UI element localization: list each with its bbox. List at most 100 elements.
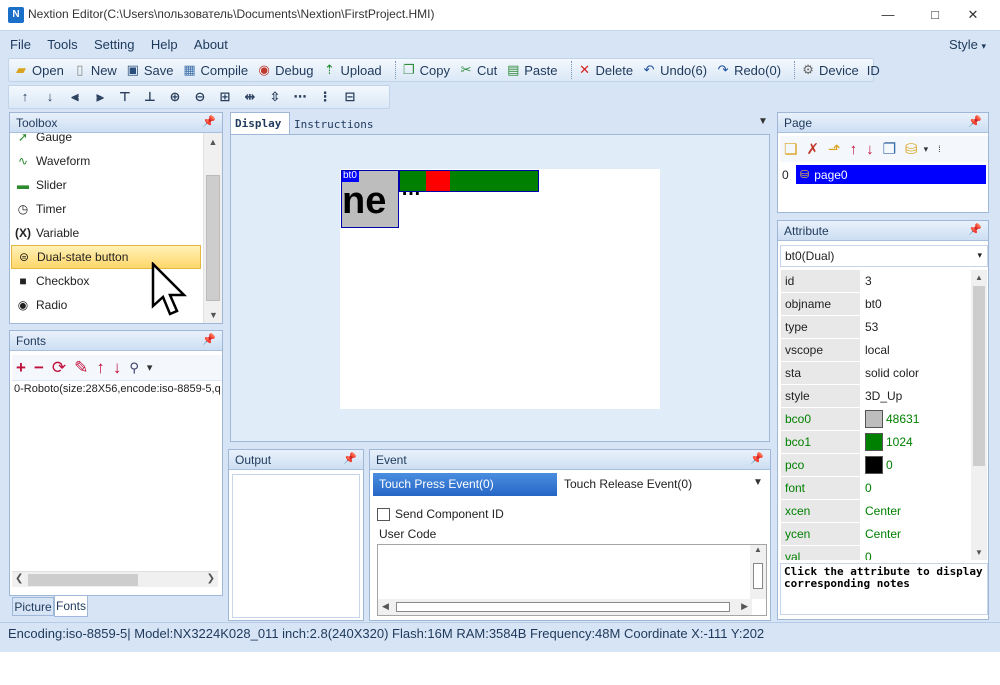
same-height-icon[interactable]: ⇳ bbox=[267, 89, 283, 105]
align-top-icon[interactable]: ⊤ bbox=[117, 89, 133, 105]
same-width-icon[interactable]: ⇹ bbox=[242, 89, 258, 105]
edit-font-icon[interactable]: ✎ bbox=[74, 358, 88, 378]
toolbox-item-timer[interactable]: ◷ Timer bbox=[11, 197, 201, 221]
menu-about[interactable]: About bbox=[192, 35, 230, 54]
attribute-value-cell[interactable]: solid color bbox=[861, 362, 969, 384]
delete-page-icon[interactable]: ✗ bbox=[806, 140, 819, 158]
attribute-row[interactable]: type 53 bbox=[781, 316, 969, 339]
maximize-button[interactable]: □ bbox=[915, 4, 955, 26]
move-up-icon[interactable]: ↑ bbox=[96, 358, 105, 378]
tab-touch-press-event[interactable]: Touch Press Event(0) bbox=[373, 473, 557, 496]
align-right-icon[interactable]: ⫸ bbox=[92, 89, 108, 105]
attribute-scrollbar[interactable]: ▲ ▼ bbox=[971, 270, 987, 560]
attribute-row[interactable]: objname bt0 bbox=[781, 293, 969, 316]
attribute-value-cell[interactable]: local bbox=[861, 339, 969, 361]
id-button[interactable]: ID bbox=[867, 63, 880, 78]
move-down-icon[interactable]: ↓ bbox=[42, 89, 58, 105]
debug-button[interactable]: ◉ Debug bbox=[256, 62, 313, 78]
attribute-value-cell[interactable]: 1024 bbox=[861, 431, 969, 453]
output-box[interactable] bbox=[232, 474, 360, 618]
fonts-hscrollbar[interactable]: ❮ ❯ bbox=[12, 571, 218, 587]
toolbox-item-gauge[interactable]: ➚ Gauge bbox=[11, 133, 201, 149]
center-horizontal-icon[interactable]: ⊕ bbox=[167, 89, 183, 105]
pin-icon[interactable]: 📌 bbox=[202, 115, 216, 128]
redo-button[interactable]: ↷ Redo(0) bbox=[715, 62, 781, 78]
attribute-row[interactable]: vscope local bbox=[781, 339, 969, 362]
attribute-row[interactable]: font 0 bbox=[781, 477, 969, 500]
dropdown-arrow-icon[interactable]: ▼ bbox=[758, 116, 768, 127]
more-icon[interactable]: ⁞ bbox=[938, 144, 941, 154]
attribute-row[interactable]: xcen Center bbox=[781, 500, 969, 523]
new-button[interactable]: ▯ New bbox=[72, 62, 117, 78]
scrollbar-thumb[interactable] bbox=[206, 175, 220, 301]
menu-tools[interactable]: Tools bbox=[45, 35, 79, 54]
cut-button[interactable]: ✂ Cut bbox=[458, 62, 498, 78]
more-icon[interactable]: ▾ bbox=[147, 361, 153, 374]
undo-button[interactable]: ↶ Undo(6) bbox=[641, 62, 707, 78]
order-icon[interactable]: ⊟ bbox=[342, 89, 358, 105]
attribute-row[interactable]: bco1 1024 bbox=[781, 431, 969, 454]
attribute-row[interactable]: sta solid color bbox=[781, 362, 969, 385]
attribute-value-cell[interactable]: 0 bbox=[861, 454, 969, 476]
minimize-button[interactable]: — bbox=[868, 4, 908, 26]
dropdown-arrow-icon[interactable]: ▾ bbox=[924, 144, 929, 155]
font-entry[interactable]: 0-Roboto(size:28X56,encode:iso-8859-5,qy… bbox=[14, 383, 220, 395]
attribute-row[interactable]: bco0 48631 bbox=[781, 408, 969, 431]
attribute-value-cell[interactable]: Center bbox=[861, 500, 969, 522]
color-swatch[interactable] bbox=[865, 410, 883, 428]
pin-icon[interactable]: 📌 bbox=[202, 333, 216, 346]
editor-hscrollbar[interactable]: ◀ ▶ bbox=[378, 599, 752, 615]
toolbox-item-slider[interactable]: ▬ Slider bbox=[11, 173, 201, 197]
pin-icon[interactable]: 📌 bbox=[750, 452, 764, 465]
device-button[interactable]: ⚙ Device bbox=[800, 62, 859, 78]
move-up-icon[interactable]: ↑ bbox=[850, 141, 858, 158]
copy-button[interactable]: ❐ Copy bbox=[401, 62, 450, 78]
pin-icon[interactable]: 📌 bbox=[343, 452, 357, 465]
menu-help[interactable]: Help bbox=[149, 35, 180, 54]
font-preview-icon[interactable]: ⚲ bbox=[129, 360, 139, 376]
scrollbar-thumb[interactable] bbox=[396, 602, 730, 612]
insert-page-icon[interactable]: ⬏ bbox=[828, 140, 841, 158]
toolbox-item-waveform[interactable]: ∿ Waveform bbox=[11, 149, 201, 173]
component-select[interactable]: bt0(Dual) ▾ bbox=[780, 245, 988, 267]
delete-button[interactable]: ✕ Delete bbox=[577, 62, 633, 78]
attribute-value-cell[interactable]: bt0 bbox=[861, 293, 969, 315]
scroll-down-icon[interactable]: ▼ bbox=[204, 310, 223, 320]
scroll-right-icon[interactable]: ▶ bbox=[741, 601, 748, 612]
same-size-icon[interactable]: ⊞ bbox=[217, 89, 233, 105]
menu-setting[interactable]: Setting bbox=[92, 35, 136, 54]
page-list-item[interactable]: ⛁ page0 bbox=[796, 165, 986, 184]
attribute-value-cell[interactable]: 0 bbox=[861, 546, 969, 560]
tab-instructions[interactable]: Instructions bbox=[290, 114, 390, 134]
add-font-icon[interactable]: + bbox=[16, 358, 26, 378]
attribute-value-cell[interactable]: 3D_Up bbox=[861, 385, 969, 407]
menu-file[interactable]: File bbox=[8, 35, 33, 54]
open-button[interactable]: ▰ Open bbox=[13, 62, 64, 78]
component-bt0[interactable]: bt0 ne bbox=[341, 170, 399, 228]
move-down-icon[interactable]: ↓ bbox=[866, 141, 874, 158]
attribute-value-cell[interactable]: 3 bbox=[861, 270, 969, 292]
scroll-down-icon[interactable]: ▼ bbox=[971, 548, 987, 557]
attribute-value-cell[interactable]: 48631 bbox=[861, 408, 969, 430]
tab-picture[interactable]: Picture bbox=[12, 597, 54, 616]
attribute-value-cell[interactable]: Center bbox=[861, 523, 969, 545]
toolbox-item-variable[interactable]: (X) Variable bbox=[11, 221, 201, 245]
tab-display[interactable]: Display bbox=[230, 112, 290, 134]
attribute-row[interactable]: style 3D_Up bbox=[781, 385, 969, 408]
color-swatch[interactable] bbox=[865, 456, 883, 474]
pin-icon[interactable]: 📌 bbox=[968, 115, 982, 128]
move-down-icon[interactable]: ↓ bbox=[113, 358, 122, 378]
paste-button[interactable]: ▤ Paste bbox=[505, 62, 557, 78]
distribute-horizontal-icon[interactable]: ⋯ bbox=[292, 89, 308, 105]
attribute-row[interactable]: val 0 bbox=[781, 546, 969, 560]
attribute-value-cell[interactable]: 53 bbox=[861, 316, 969, 338]
user-code-editor[interactable]: ▲ ◀ ▶ bbox=[377, 544, 767, 616]
move-up-icon[interactable]: ↑ bbox=[17, 89, 33, 105]
attribute-value-cell[interactable]: 0 bbox=[861, 477, 969, 499]
compile-button[interactable]: ▦ Compile bbox=[181, 62, 248, 78]
style-menu[interactable]: Style ▾ bbox=[949, 37, 986, 52]
scrollbar-thumb[interactable] bbox=[753, 563, 763, 589]
scroll-left-icon[interactable]: ◀ bbox=[382, 601, 389, 612]
scroll-up-icon[interactable]: ▲ bbox=[204, 137, 222, 147]
add-page-icon[interactable]: ❏ bbox=[784, 140, 797, 158]
